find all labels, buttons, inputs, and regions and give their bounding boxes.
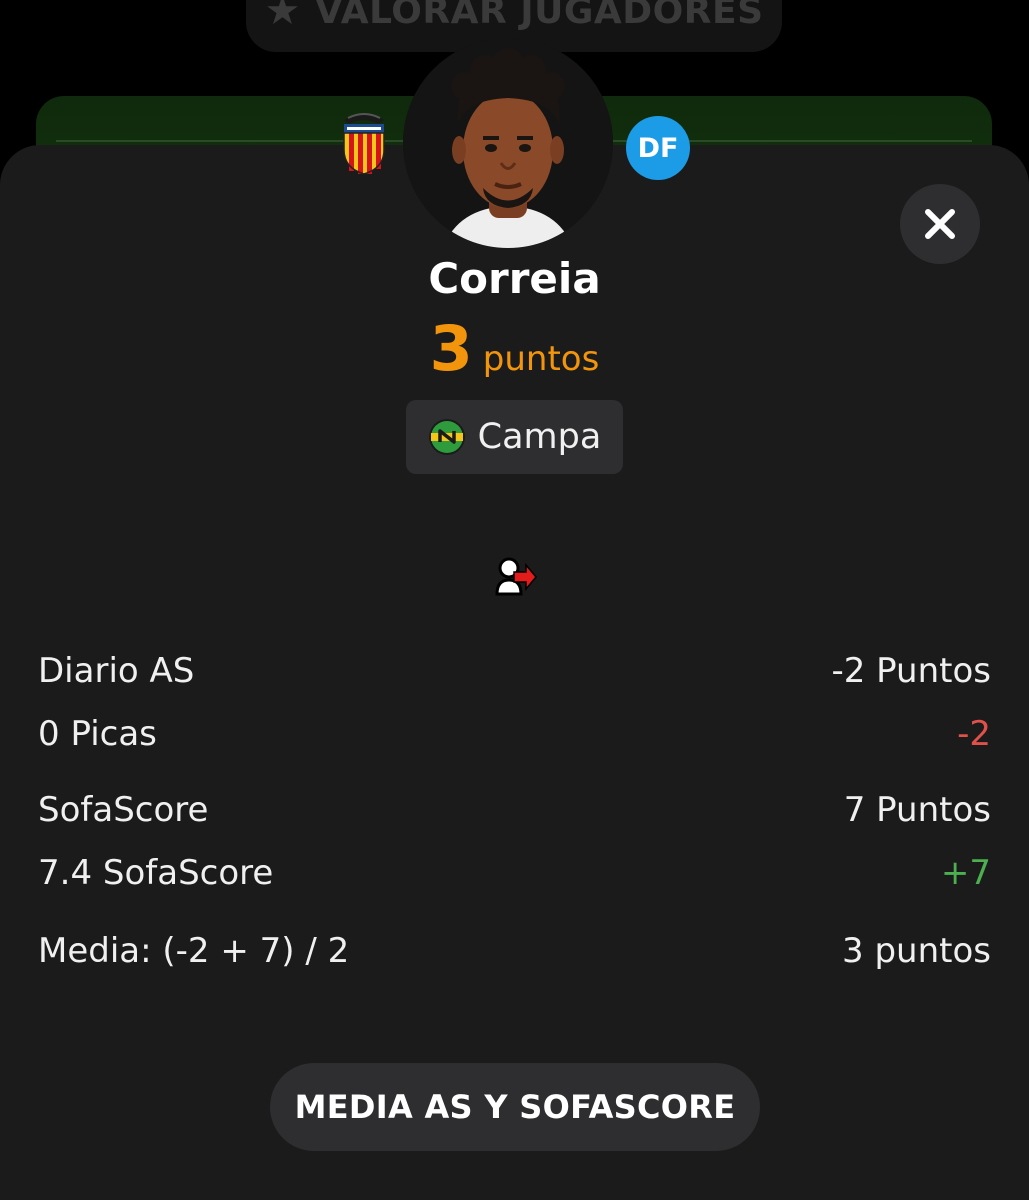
source-label: Diario AS	[38, 651, 195, 691]
detail-label: 7.4 SofaScore	[38, 853, 274, 893]
average-formula: Media: (-2 + 7) / 2	[38, 931, 350, 971]
owner-name: Campa	[477, 417, 602, 457]
source-row-sofascore: SofaScore 7 Puntos	[38, 787, 991, 833]
source-detail-row-as: 0 Picas -2	[38, 711, 991, 757]
star-icon: ★	[264, 0, 301, 34]
player-name: Correia	[428, 254, 601, 303]
close-button[interactable]	[900, 184, 980, 264]
close-icon	[925, 209, 955, 239]
points-unit: puntos	[482, 339, 600, 379]
average-row: Media: (-2 + 7) / 2 3 puntos	[38, 928, 991, 974]
position-badge: DF	[626, 116, 690, 180]
player-points: 3 puntos	[0, 312, 1029, 385]
player-photo	[403, 38, 613, 248]
substitution-off-icon	[495, 557, 537, 596]
scoring-mode-button[interactable]: MEDIA AS Y SOFASCORE	[270, 1063, 760, 1151]
screen: ★ VALORAR JUGADORES DF Correia 3 puntos …	[0, 0, 1029, 1200]
average-result: 3 puntos	[842, 931, 991, 971]
detail-label: 0 Picas	[38, 714, 157, 754]
points-value: 3	[429, 312, 473, 385]
detail-value: +7	[940, 853, 991, 893]
player-avatar	[403, 38, 613, 248]
detail-value: -2	[957, 714, 991, 754]
valencia-cf-crest-icon	[343, 113, 385, 175]
source-row-as: Diario AS -2 Puntos	[38, 648, 991, 694]
rate-players-label: VALORAR JUGADORES	[314, 0, 764, 32]
source-points: -2 Puntos	[831, 651, 991, 691]
source-label: SofaScore	[38, 790, 209, 830]
owner-chip[interactable]: Campa	[406, 400, 623, 474]
score-breakdown: Diario AS -2 Puntos 0 Picas -2 SofaScore…	[38, 648, 991, 974]
source-points: 7 Puntos	[843, 790, 991, 830]
team-logo-icon	[428, 419, 465, 455]
source-detail-row-sofascore: 7.4 SofaScore +7	[38, 850, 991, 896]
